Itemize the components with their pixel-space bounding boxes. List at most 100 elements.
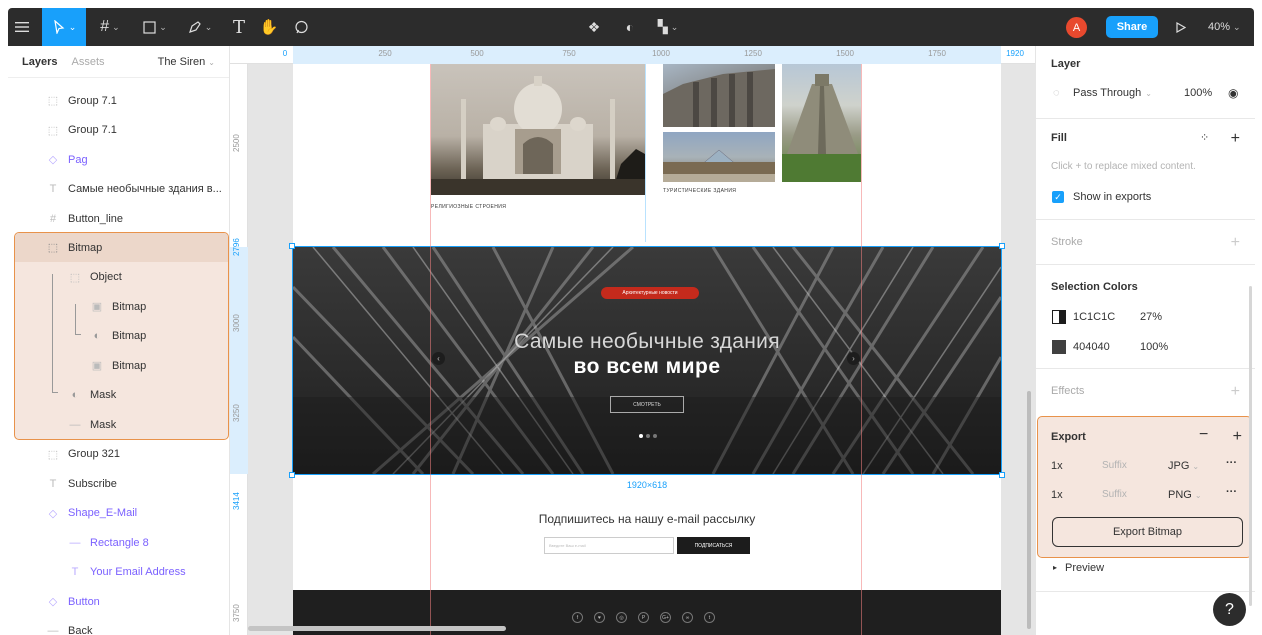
color-opacity[interactable]: 100%	[1140, 341, 1168, 353]
export-format-dropdown[interactable]: PNG ⌄	[1168, 489, 1202, 501]
layer-row-selected[interactable]: ⬚ Bitmap	[8, 233, 229, 263]
blend-mode-dropdown[interactable]: Pass Through ⌄	[1073, 87, 1152, 99]
present-button[interactable]	[1171, 8, 1191, 46]
color-hex[interactable]: 1C1C1C	[1073, 311, 1115, 323]
chevron-down-icon: ⌄	[208, 57, 215, 67]
more-options-icon[interactable]: ···	[1226, 486, 1237, 498]
vertical-scrollbar[interactable]	[1027, 391, 1031, 629]
user-avatar[interactable]: A	[1066, 17, 1087, 38]
fill-section-title: Fill	[1051, 132, 1067, 144]
pinterest-icon[interactable]: P	[638, 612, 649, 623]
move-tool-button[interactable]: ⌄	[42, 8, 86, 46]
panel-scrollbar[interactable]	[1249, 286, 1252, 606]
layer-row[interactable]: — Rectangle 8	[8, 528, 229, 558]
layer-row[interactable]: T Subscribe	[8, 469, 229, 499]
add-stroke-plus-icon[interactable]: +	[1231, 235, 1240, 251]
layer-row[interactable]: ◐ Mask	[8, 381, 229, 411]
horizontal-scrollbar[interactable]	[248, 626, 506, 631]
layers-panel: Layers Assets The Siren ⌄ ⬚ Group 7.1 ⬚ Gro…	[8, 46, 230, 635]
selection-size-label: 1920×618	[626, 480, 668, 490]
line-icon: —	[69, 418, 81, 431]
slider-dot[interactable]	[639, 434, 643, 438]
color-swatch[interactable]	[1052, 310, 1066, 324]
shape-tool-button[interactable]: ⌄	[135, 8, 175, 46]
zoom-value: 40%	[1208, 21, 1231, 33]
layer-row[interactable]: T Самые необычные здания в...	[8, 175, 229, 205]
export-format-dropdown[interactable]: JPG ⌄	[1168, 460, 1199, 472]
email-input[interactable]: Введите Ваш e-mail	[544, 537, 674, 554]
color-hex[interactable]: 404040	[1073, 341, 1110, 353]
ruler-tick: 500	[470, 49, 484, 58]
layer-row[interactable]: ⬚ Group 7.1	[8, 116, 229, 146]
chevron-right-icon[interactable]: ▸	[1053, 563, 1057, 572]
layer-row[interactable]: — Mask	[8, 410, 229, 440]
layer-row[interactable]: ⬚ Group 321	[8, 440, 229, 470]
instagram-icon[interactable]: ◎	[616, 612, 627, 623]
page-selector[interactable]: The Siren ⌄	[158, 56, 215, 68]
layer-row[interactable]: ◇ Button	[8, 587, 229, 617]
layer-row[interactable]: ◇ Shape_E-Mail	[8, 499, 229, 529]
layer-row[interactable]: ▣ Bitmap	[8, 351, 229, 381]
color-swatch[interactable]	[1052, 340, 1066, 354]
preview-toggle[interactable]: Preview	[1065, 562, 1104, 574]
remove-export-minus-icon[interactable]: −	[1199, 426, 1208, 444]
help-button[interactable]: ?	[1213, 593, 1246, 626]
components-button[interactable]: ❖	[581, 8, 607, 46]
google-plus-icon[interactable]: G+	[660, 612, 671, 623]
layer-row[interactable]: T Your Email Address	[8, 558, 229, 588]
subscribe-button[interactable]: ПОДПИСАТЬСЯ	[677, 537, 750, 554]
show-in-exports-checkbox[interactable]: ✓	[1052, 191, 1064, 203]
zoom-dropdown[interactable]: 40% ⌄	[1208, 8, 1241, 46]
layer-row[interactable]: ◇ Pag	[8, 145, 229, 175]
hero-view-button[interactable]: СМОТРЕТЬ	[610, 396, 684, 413]
slider-next-arrow-icon[interactable]: ›	[847, 352, 860, 365]
divider	[1036, 219, 1255, 220]
export-scale[interactable]: 1x	[1051, 460, 1063, 472]
add-fill-plus-icon[interactable]: +	[1231, 131, 1240, 147]
layer-name: Bitmap	[112, 330, 147, 343]
frame-tool-button[interactable]: # ⌄	[90, 8, 130, 46]
flickr-icon[interactable]: ∞	[682, 612, 693, 623]
export-suffix-input[interactable]: Suffix	[1102, 489, 1127, 500]
text-tool-button[interactable]: T	[227, 8, 251, 46]
eye-icon[interactable]: ◉	[1228, 86, 1238, 100]
like-icon[interactable]: ♥	[594, 612, 605, 623]
slider-dot[interactable]	[646, 434, 650, 438]
layer-name: Pag	[68, 153, 88, 166]
page-frame[interactable]: РЕЛИГИОЗНЫЕ СТРОЕНИЯ ТУРИСТИЧЕСКИЕ ЗДАНИ…	[289, 64, 1005, 635]
layer-row[interactable]: ▣ Bitmap	[8, 292, 229, 322]
main-menu-icon[interactable]	[8, 8, 36, 46]
add-export-plus-icon[interactable]: +	[1233, 429, 1242, 445]
tab-layers[interactable]: Layers	[22, 56, 57, 68]
style-grid-icon[interactable]: ⁘	[1200, 131, 1209, 144]
layer-opacity[interactable]: 100%	[1184, 87, 1212, 99]
boolean-button[interactable]: ▚ ⌄	[651, 8, 685, 46]
color-opacity[interactable]: 27%	[1140, 311, 1162, 323]
share-button[interactable]: Share	[1106, 16, 1158, 38]
mask-button[interactable]: ◐	[617, 8, 643, 46]
tab-assets[interactable]: Assets	[71, 56, 104, 68]
properties-panel: Layer ◌ Pass Through ⌄ 100% ◉ Fill ⁘ + Cl…	[1035, 46, 1255, 635]
layer-row[interactable]: ⬚ Group 7.1	[8, 86, 229, 116]
layer-row[interactable]: # Button_line	[8, 204, 229, 234]
layer-name: Bitmap	[68, 241, 103, 254]
layer-section-title: Layer	[1051, 58, 1081, 70]
tumblr-icon[interactable]: t	[704, 612, 715, 623]
comment-tool-button[interactable]	[288, 8, 314, 46]
layers-panel-header: Layers Assets The Siren ⌄	[8, 46, 229, 78]
layer-row[interactable]: — Back	[8, 617, 229, 635]
export-button[interactable]: Export Bitmap	[1052, 517, 1243, 547]
add-effect-plus-icon[interactable]: +	[1231, 384, 1240, 400]
design-canvas[interactable]: РЕЛИГИОЗНЫЕ СТРОЕНИЯ ТУРИСТИЧЕСКИЕ ЗДАНИ…	[230, 46, 1035, 635]
hand-tool-button[interactable]: ✋	[256, 8, 282, 46]
export-suffix-input[interactable]: Suffix	[1102, 460, 1127, 471]
export-scale[interactable]: 1x	[1051, 489, 1063, 501]
layer-row[interactable]: ⬚ Object	[8, 263, 229, 293]
slider-prev-arrow-icon[interactable]: ‹	[432, 352, 445, 365]
hero-bitmap[interactable]: Архитектурные новости Самые необычные зд…	[293, 247, 1001, 474]
slider-dot[interactable]	[653, 434, 657, 438]
pen-tool-button[interactable]: ⌄	[180, 8, 220, 46]
more-options-icon[interactable]: ···	[1226, 457, 1237, 469]
facebook-icon[interactable]: f	[572, 612, 583, 623]
layer-row[interactable]: ◐ Bitmap	[8, 322, 229, 352]
